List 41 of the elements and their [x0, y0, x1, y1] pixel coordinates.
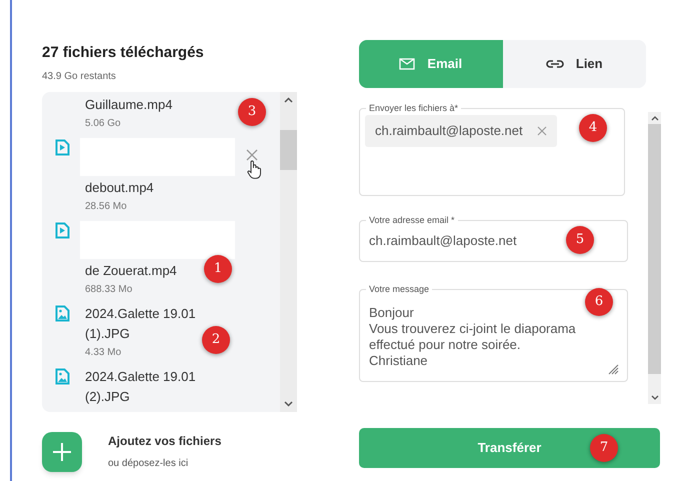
annotation-marker: 6 — [585, 288, 613, 316]
hand-cursor-icon — [247, 160, 261, 178]
remaining-space: 43.9 Go restants — [42, 70, 117, 84]
remove-icon[interactable] — [536, 126, 547, 136]
video-file-icon — [55, 138, 70, 156]
image-file-icon — [55, 304, 70, 322]
scrollbar[interactable] — [280, 92, 297, 412]
add-files-label: Ajoutez vos fichiers — [108, 433, 222, 450]
add-files-button[interactable] — [42, 432, 82, 472]
recipient-chip[interactable]: ch.raimbault@laposte.net — [365, 115, 557, 147]
file-name: 2024.Galette 19.01 (2).JPG — [85, 368, 197, 406]
upload-title: 27 fichiers téléchargés — [42, 43, 205, 63]
scrollbar-thumb[interactable] — [280, 130, 297, 170]
file-name: 2024.Galette 19.01 (1).JPG — [85, 304, 197, 343]
field-label: Envoyer les fichiers à* — [366, 102, 462, 114]
field-value: ch.raimbault@laposte.net — [369, 232, 517, 250]
message-text: Bonjour Vous trouverez ci-joint le diaporama effectué pour notre soirée. Christiane — [369, 305, 576, 369]
scroll-down-icon[interactable] — [650, 395, 658, 401]
plus-icon — [52, 442, 72, 462]
annotation-marker: 4 — [579, 114, 607, 142]
remove-file-button[interactable] — [244, 146, 260, 162]
file-size: 5.06 Go — [85, 116, 121, 130]
link-icon — [546, 59, 564, 69]
video-file-icon — [55, 222, 70, 238]
file-name: de Zouerat.mp4 — [85, 262, 177, 280]
file-size: 28.56 Mo — [85, 200, 127, 214]
file-size: 688.33 Mo — [85, 282, 132, 296]
field-label: Votre adresse email * — [366, 214, 458, 226]
scroll-down-icon[interactable] — [284, 400, 293, 406]
file-name: Guillaume.mp4 — [85, 96, 172, 114]
close-icon — [246, 148, 258, 160]
resize-handle-icon[interactable] — [607, 363, 619, 375]
image-file-icon — [55, 368, 70, 384]
scroll-up-icon[interactable] — [284, 96, 293, 102]
drop-hint: ou déposez-les ici — [108, 457, 190, 471]
field-label: Votre message — [366, 283, 432, 295]
file-name: debout.mp4 — [85, 178, 154, 197]
file-size: 4.33 Mo — [85, 346, 122, 360]
annotation-marker: 5 — [566, 226, 594, 254]
scroll-up-icon[interactable] — [650, 115, 658, 121]
envelope-icon — [399, 58, 416, 70]
